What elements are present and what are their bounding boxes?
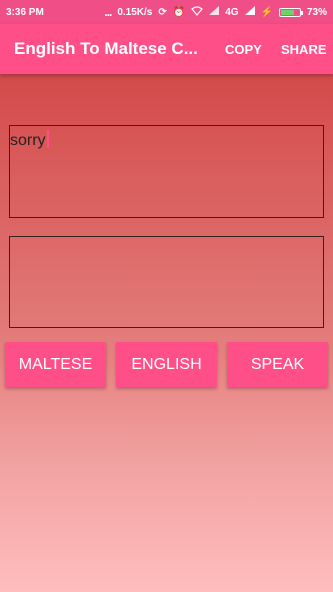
- status-indicators: ... 0.15K/s ⟳ ⏰ 4G ⚡ 73%: [104, 5, 327, 19]
- alarm-icon: ⏰: [172, 6, 186, 18]
- english-button[interactable]: ENGLISH: [116, 342, 217, 387]
- status-bar: 3:36 PM ... 0.15K/s ⟳ ⏰ 4G ⚡ 73%: [0, 0, 333, 24]
- maltese-button[interactable]: MALTESE: [5, 342, 106, 387]
- battery-percent: 73%: [306, 6, 327, 18]
- app-title: English To Maltese C...: [14, 39, 198, 58]
- share-button[interactable]: SHARE: [281, 24, 327, 74]
- signal-icon: [209, 6, 220, 18]
- speak-button[interactable]: SPEAK: [227, 342, 328, 387]
- battery-fill: [280, 9, 295, 15]
- charging-icon: ⚡: [260, 6, 273, 18]
- status-time: 3:36 PM: [6, 6, 44, 18]
- status-dots: ...: [104, 5, 112, 19]
- text-cursor: [46, 130, 49, 148]
- input-text-value: sorry: [10, 130, 49, 150]
- input-text-field[interactable]: sorry: [9, 125, 324, 218]
- battery-icon: [278, 7, 303, 17]
- network-type: 4G: [225, 6, 239, 18]
- input-value: sorry: [10, 132, 46, 149]
- wifi-icon: [191, 5, 204, 19]
- signal-icon-2: [244, 6, 255, 18]
- output-text-field[interactable]: [9, 236, 324, 328]
- copy-button[interactable]: COPY: [225, 24, 262, 74]
- sync-icon: ⟳: [158, 6, 167, 18]
- app-bar: English To Maltese C... COPY SHARE: [0, 24, 333, 74]
- network-speed: 0.15K/s: [117, 6, 153, 18]
